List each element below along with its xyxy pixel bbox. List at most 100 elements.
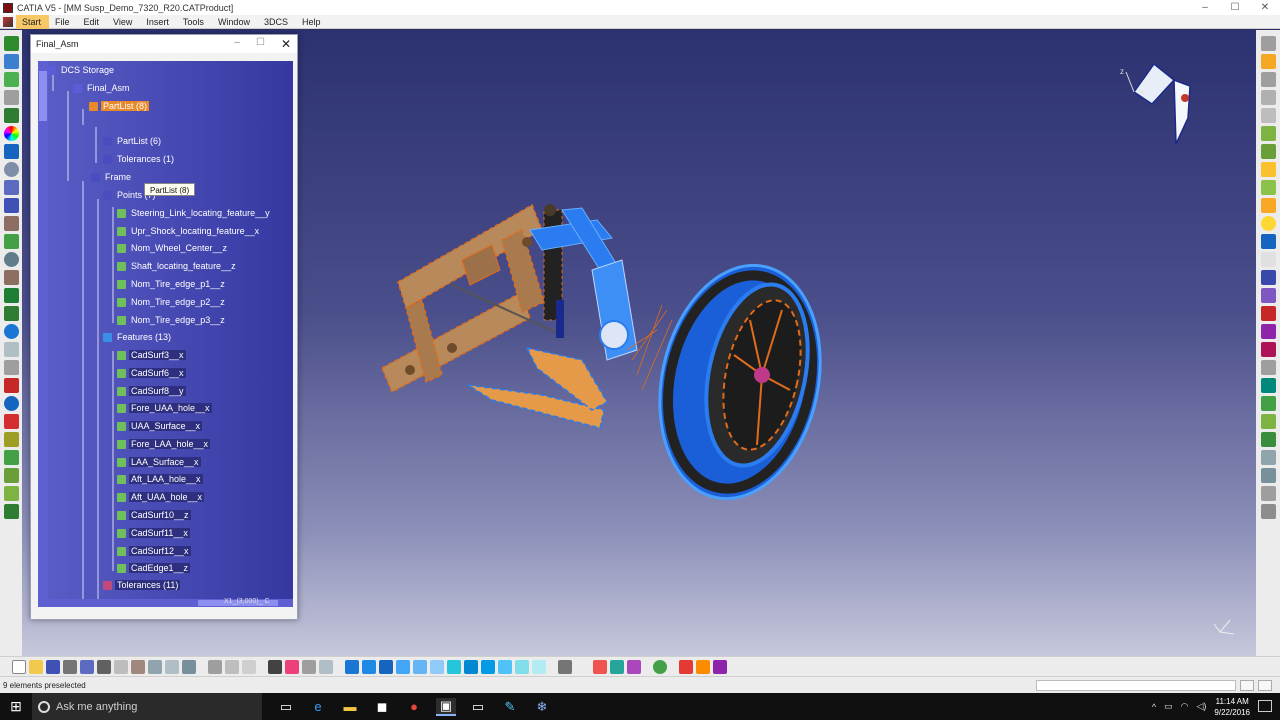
catalog-icon[interactable] [319,659,333,674]
fit-all-icon[interactable] [362,659,376,674]
table-icon[interactable] [3,180,19,195]
tree-node-partlist-6[interactable]: PartList (6) [103,134,163,148]
tree-node-tolerances-11[interactable]: Tolerances (11) [103,578,181,592]
report-icon[interactable] [713,659,727,674]
new-icon[interactable] [12,659,26,674]
tree-window-titlebar[interactable]: Final_Asm – ☐ ✕ [31,35,297,53]
tree-node-point[interactable]: Nom_Tire_edge_p2__z [117,295,227,309]
camera-icon[interactable] [558,659,572,674]
file-explorer-icon[interactable]: ▬ [340,698,360,716]
move-icon[interactable] [3,54,19,69]
rotate-icon[interactable] [396,659,410,674]
menu-insert[interactable]: Insert [140,15,177,29]
tree-node-final-asm[interactable]: Final_Asm [73,81,132,95]
probe-icon[interactable] [3,378,19,393]
shock-absorber-part[interactable] [543,204,564,338]
specification-tree[interactable]: DCS Storage Final_Asm PartList (8) PartList… [38,61,293,607]
mesh-icon[interactable] [1260,144,1276,159]
tree-node-feature[interactable]: CadSurf11__x [117,526,190,540]
network-icon[interactable]: ▭ [1164,701,1173,712]
settings-icon[interactable] [3,252,19,267]
tree-node-partlist-8[interactable]: PartList (8) [89,99,150,113]
pan-icon[interactable] [1260,72,1276,87]
swap-icon[interactable] [532,659,546,674]
tray-up-arrow-icon[interactable]: ^ [1152,702,1156,712]
tree-node-feature[interactable]: LAA_Surface__x [117,455,201,469]
comment-icon[interactable] [225,659,239,674]
tool-icon[interactable] [3,216,19,231]
status-button-1[interactable] [1240,680,1254,691]
menu-file[interactable]: File [49,15,78,29]
close-button[interactable]: ✕ [1250,0,1280,15]
action-center-icon[interactable] [1258,700,1272,712]
part-icon[interactable] [302,659,316,674]
folder-icon[interactable] [3,270,19,285]
workbench-icon[interactable] [3,36,19,51]
tree-node-tolerances-1[interactable]: Tolerances (1) [103,152,176,166]
bulb-icon[interactable] [1260,216,1276,231]
contact-icon[interactable] [1260,198,1276,213]
menu-tools[interactable]: Tools [177,15,212,29]
simulate-icon[interactable] [696,659,710,674]
windows-start-icon[interactable]: ⊞ [0,693,32,720]
upper-arm-part[interactable] [529,207,618,271]
grid-icon[interactable] [3,90,19,105]
shading-icon[interactable] [498,659,512,674]
undo-icon[interactable] [148,659,162,674]
manipulate-icon[interactable] [610,659,624,674]
menu-edit[interactable]: Edit [78,15,108,29]
tree-node-dcs-storage[interactable]: DCS Storage [47,63,116,77]
specification-tree-window[interactable]: Final_Asm – ☐ ✕ DCS Storage Final_Asm Part… [30,34,298,620]
menu-window[interactable]: Window [212,15,258,29]
stack-icon[interactable] [1260,486,1276,501]
tree-node-point[interactable]: Shaft_locating_feature__z [117,259,238,273]
command-input[interactable] [1036,680,1236,691]
menu-start[interactable]: Start [16,14,50,29]
filter-icon[interactable] [3,342,19,357]
chart-icon[interactable] [3,450,19,465]
tree-node-feature[interactable]: CadSurf6__x [117,366,186,380]
excel-icon[interactable] [3,288,19,303]
sensor-icon[interactable] [1260,288,1276,303]
spreadsheet-icon[interactable] [3,468,19,483]
product-icon[interactable] [285,659,299,674]
tree-node-point[interactable]: Nom_Tire_edge_p1__z [117,277,227,291]
wheel-tire-part[interactable] [639,250,841,513]
menu-view[interactable]: View [107,15,140,29]
tree-horizontal-scrollbar[interactable]: X1_(3,000)_ C [48,598,293,607]
link-icon[interactable] [242,659,256,674]
iso-view-icon[interactable] [481,659,495,674]
tree-node-feature[interactable]: CadSurf12__x [117,544,191,558]
wifi-icon[interactable]: ◠ [1181,701,1189,712]
maximize-button[interactable]: ☐ [1220,0,1250,15]
whats-this-icon[interactable] [182,659,196,674]
color-wheel-icon[interactable] [3,126,19,141]
chrome-icon[interactable]: ● [404,698,424,716]
task-view-icon[interactable]: ▭ [276,698,296,716]
tree-minimize-button[interactable]: – [234,37,240,51]
pen-app-icon[interactable]: ✎ [500,698,520,716]
redo-icon[interactable] [165,659,179,674]
gear-icon[interactable] [3,162,19,177]
tree-node-feature[interactable]: Aft_LAA_hole__x [117,472,203,486]
status-button-2[interactable] [1258,680,1272,691]
snapshot-icon[interactable] [1260,90,1276,105]
chain-icon[interactable] [1260,396,1276,411]
save-all-icon[interactable] [80,659,94,674]
multi-view-icon[interactable] [464,659,478,674]
explode-icon[interactable] [593,659,607,674]
tree-node-features-13[interactable]: Features (13) [103,330,173,344]
zoom-out-icon[interactable] [430,659,444,674]
constraint-icon[interactable] [1260,180,1276,195]
menu-3dcs[interactable]: 3DCS [258,15,296,29]
copy-icon[interactable] [114,659,128,674]
tree-node-point[interactable]: Upr_Shock_locating_feature__x [117,224,261,238]
table-view-icon[interactable] [1260,504,1276,519]
fly-mode-icon[interactable] [345,659,359,674]
fastener-icon[interactable] [1260,468,1276,483]
zoom-fit-icon[interactable] [1260,36,1276,51]
cube-icon[interactable] [1260,432,1276,447]
analysis-icon[interactable] [1260,126,1276,141]
axis-icon[interactable] [1260,252,1276,267]
normal-view-icon[interactable] [447,659,461,674]
